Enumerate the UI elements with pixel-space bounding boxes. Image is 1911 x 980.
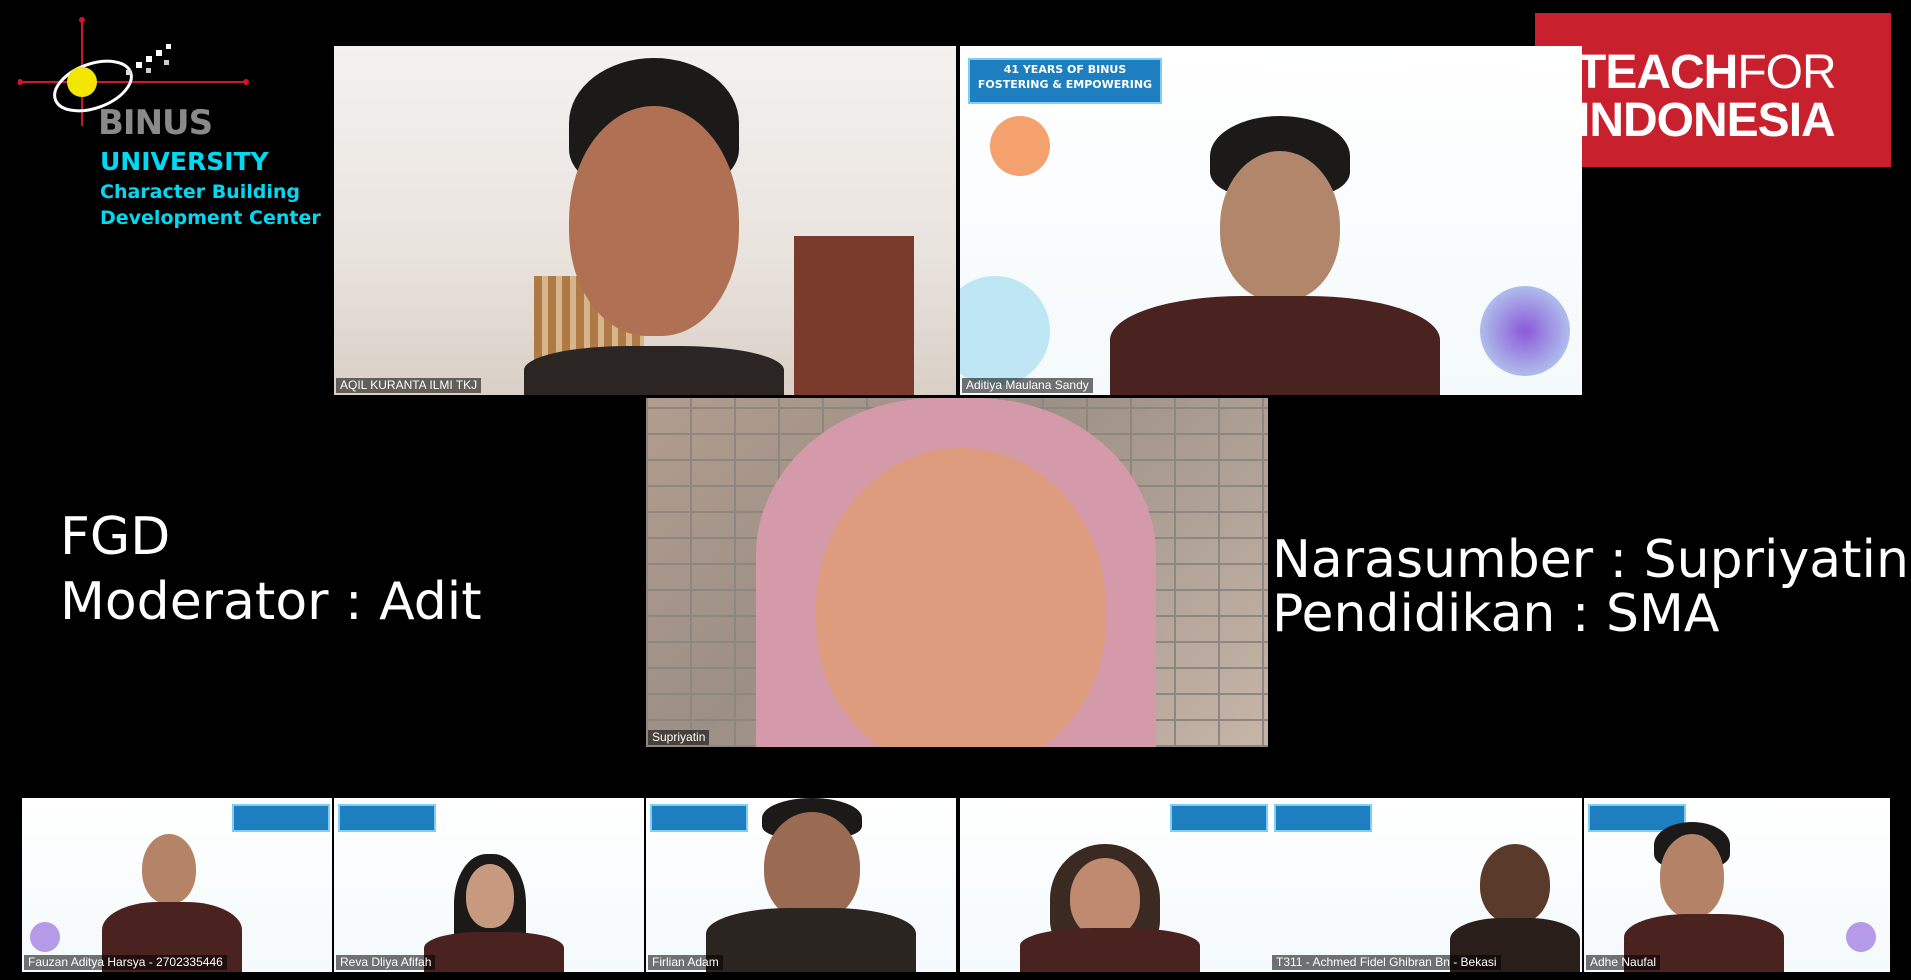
banner-line2: FOSTERING & EMPOWERING — [977, 78, 1153, 91]
video-tile-achmed[interactable]: T311 - Achmed Fidel Ghibran Bn - Bekasi — [960, 798, 1582, 972]
participant-face — [816, 448, 1106, 747]
binus-logo: BINUS UNIVERSITY Character Building Deve… — [18, 16, 328, 236]
participant-face — [569, 106, 739, 336]
participant-face — [1070, 858, 1140, 938]
binus-center-line2: Development Center — [100, 207, 321, 229]
binus-center-line1: Character Building — [100, 181, 300, 203]
anniversary-banner: 41 YEARS OF BINUS FOSTERING & EMPOWERING — [968, 58, 1162, 104]
binus-brand: BINUS — [98, 103, 213, 143]
participant-body — [706, 908, 916, 972]
participant-body — [524, 346, 784, 395]
tfi-for: FOR — [1737, 46, 1836, 99]
participant-name-label: Fauzan Aditya Harsya - 2702335446 — [24, 955, 227, 970]
anniversary-banner — [1274, 804, 1372, 832]
participant-body — [424, 932, 564, 972]
participant2-face — [1480, 844, 1550, 924]
anniversary-banner — [1170, 804, 1268, 832]
participant-face — [466, 864, 514, 928]
video-tile-reva[interactable]: Reva Dliya Afifah — [334, 798, 644, 972]
video-tile-adhe[interactable]: Adhe Naufal — [1584, 798, 1890, 972]
participant-face — [1220, 151, 1340, 301]
binus-university: UNIVERSITY — [100, 147, 269, 176]
video-tile-firlian[interactable]: Firlian Adam — [646, 798, 956, 972]
anniversary-banner — [650, 804, 748, 832]
anniversary-banner — [338, 804, 436, 832]
video-tile-supriyatin[interactable]: Supriyatin — [646, 398, 1268, 747]
participant-name-label: Reva Dliya Afifah — [336, 955, 436, 970]
decor-purple-circle — [30, 922, 60, 952]
participant-face — [764, 812, 860, 922]
participant-body — [1110, 296, 1440, 395]
decor-purple-circle — [1480, 286, 1570, 376]
decor-blue-circle — [960, 276, 1050, 386]
moderator-label: Moderator : Adit — [60, 572, 482, 632]
video-tile-fauzan[interactable]: Fauzan Aditya Harsya - 2702335446 — [22, 798, 332, 972]
decor-purple-circle — [1846, 922, 1876, 952]
pendidikan-label: Pendidikan : SMA — [1272, 584, 1720, 644]
participant-name-label: Supriyatin — [648, 730, 710, 745]
video-tile-aqil[interactable]: AQIL KURANTA ILMI TKJ — [334, 46, 956, 395]
participant-name-label: AQIL KURANTA ILMI TKJ — [336, 378, 482, 393]
door-frame — [794, 236, 914, 395]
fgd-label: FGD — [60, 507, 171, 567]
tfi-teach: TEACH — [1577, 46, 1738, 99]
tfi-line1: TEACHFOR — [1577, 46, 1837, 99]
participant-name-label: Firlian Adam — [648, 955, 723, 970]
anniversary-banner — [232, 804, 330, 832]
tfi-line2: INDONESIA — [1577, 94, 1836, 147]
banner-line1: 41 YEARS OF BINUS — [1003, 63, 1127, 76]
participant-name-label: T311 - Achmed Fidel Ghibran Bn - Bekasi — [1272, 955, 1501, 970]
decor-orange-circle — [990, 116, 1050, 176]
participant-name-label: Aditiya Maulana Sandy — [962, 378, 1093, 393]
video-tile-aditiya[interactable]: 41 YEARS OF BINUS FOSTERING & EMPOWERING… — [960, 46, 1582, 395]
participant-face — [1660, 834, 1724, 918]
participant-name-label: Adhe Naufal — [1586, 955, 1661, 970]
participant-body — [1020, 928, 1200, 972]
teach-for-indonesia-logo: TEACHFOR INDONESIA — [1535, 13, 1891, 167]
participant-face — [142, 834, 196, 904]
narasumber-label: Narasumber : Supriyatin — [1272, 530, 1909, 590]
